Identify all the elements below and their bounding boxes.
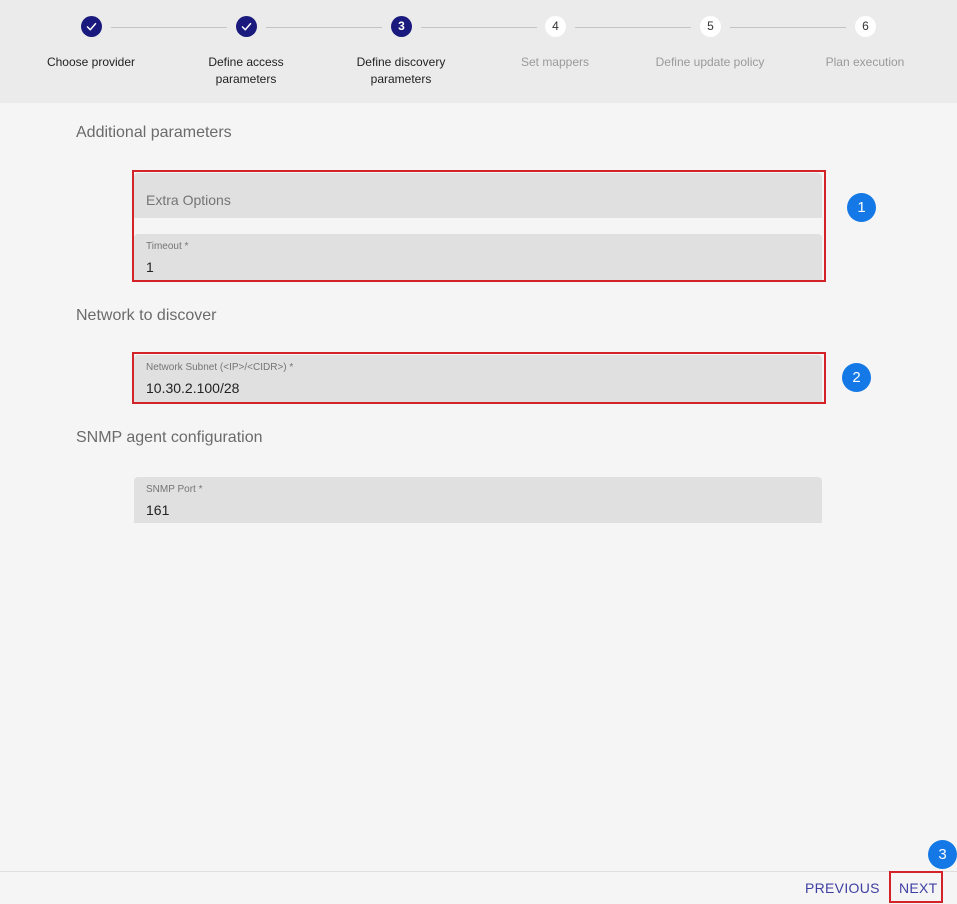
step-label: Define discovery parameters [356, 55, 446, 86]
extra-options-field[interactable]: Extra Options [134, 173, 822, 218]
step-define-access-parameters[interactable]: Define access parameters [166, 0, 326, 103]
step-number: 6 [855, 16, 876, 37]
stepper: Choose provider Define access parameters… [0, 0, 957, 103]
callout-badge: 3 [928, 840, 957, 869]
network-subnet-label: Network Subnet (<IP>/<CIDR>) * [146, 362, 294, 373]
step-number: 3 [391, 16, 412, 37]
callout-badge: 1 [847, 193, 876, 222]
snmp-port-field[interactable]: SNMP Port * 161 [134, 477, 822, 523]
footer-divider [0, 871, 957, 872]
timeout-label: Timeout * [146, 241, 189, 252]
timeout-value: 1 [146, 259, 154, 275]
step-choose-provider[interactable]: Choose provider [11, 0, 171, 103]
previous-button[interactable]: PREVIOUS [805, 880, 880, 896]
step-label: Choose provider [46, 55, 136, 69]
step-set-mappers[interactable]: 4 Set mappers [475, 0, 635, 103]
step-label: Plan execution [825, 55, 905, 69]
check-icon [236, 16, 257, 37]
step-number: 5 [700, 16, 721, 37]
step-label: Set mappers [520, 55, 590, 69]
check-icon [81, 16, 102, 37]
step-plan-execution[interactable]: 6 Plan execution [785, 0, 945, 103]
section-title-snmp-agent-configuration: SNMP agent configuration [76, 429, 263, 446]
step-define-discovery-parameters[interactable]: 3 Define discovery parameters [321, 0, 481, 103]
step-number: 4 [545, 16, 566, 37]
snmp-port-value: 161 [146, 502, 170, 518]
network-subnet-field[interactable]: Network Subnet (<IP>/<CIDR>) * 10.30.2.1… [134, 355, 822, 402]
extra-options-placeholder: Extra Options [146, 192, 231, 208]
network-subnet-value: 10.30.2.100/28 [146, 380, 240, 396]
step-label: Define access parameters [208, 55, 284, 86]
step-define-update-policy[interactable]: 5 Define update policy [630, 0, 790, 103]
next-button[interactable]: NEXT [899, 880, 938, 896]
snmp-port-label: SNMP Port * [146, 484, 203, 495]
step-label: Define update policy [655, 55, 765, 69]
section-title-network-to-discover: Network to discover [76, 307, 217, 324]
timeout-field[interactable]: Timeout * 1 [134, 234, 822, 280]
section-title-additional-parameters: Additional parameters [76, 124, 232, 141]
callout-badge: 2 [842, 363, 871, 392]
